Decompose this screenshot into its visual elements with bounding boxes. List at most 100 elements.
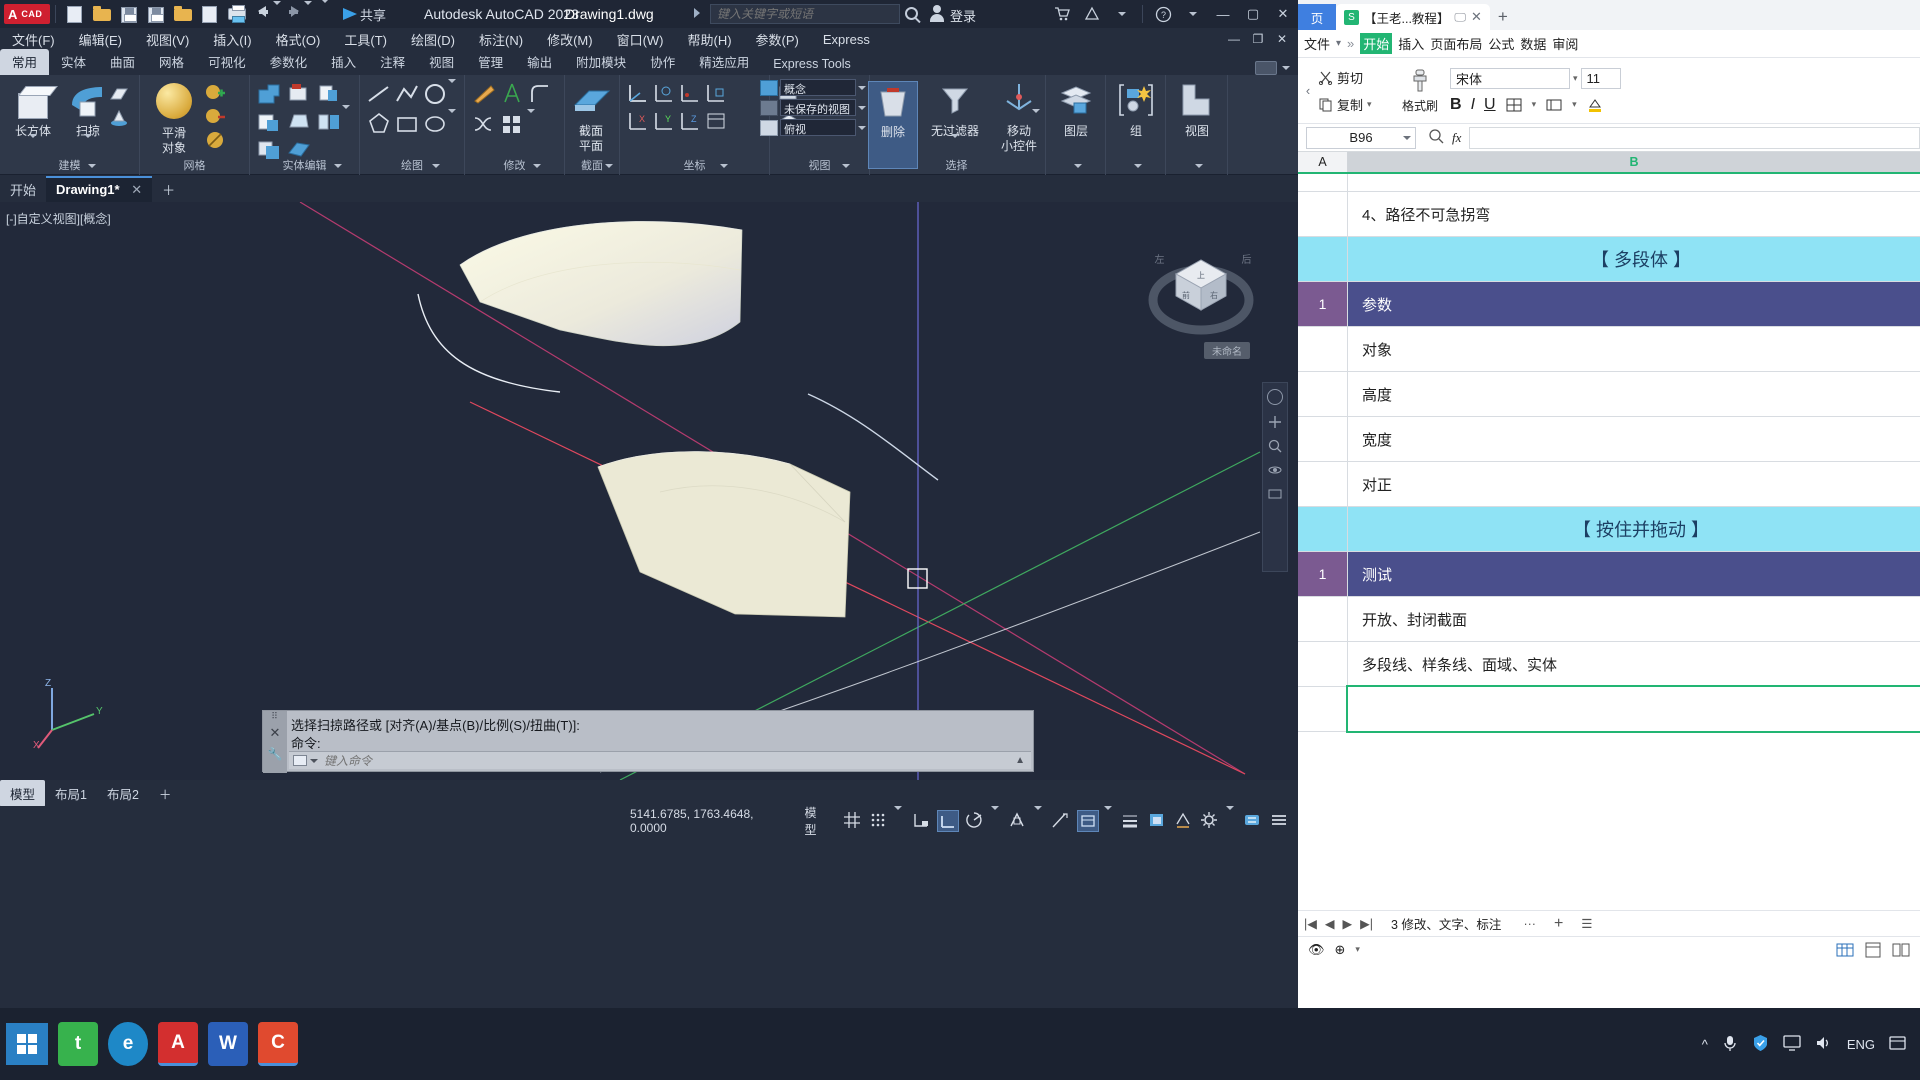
selected-cell[interactable] [1346, 685, 1920, 733]
search-input-wrap[interactable] [710, 4, 900, 24]
hardware-acceleration-icon[interactable] [1242, 810, 1263, 832]
row-a-cell[interactable] [1298, 597, 1348, 641]
erase-icon[interactable] [471, 81, 497, 107]
menu-item-help[interactable]: 帮助(H) [676, 30, 744, 49]
row-b-cell[interactable]: 4、路径不可急拐弯 [1348, 192, 1920, 236]
annotation-dropdown-icon[interactable] [1103, 806, 1116, 832]
snap-icon[interactable] [868, 810, 889, 832]
object-snap-icon[interactable] [1007, 810, 1028, 832]
command-input[interactable] [324, 753, 1016, 768]
line-icon[interactable] [366, 81, 392, 107]
present-icon[interactable]: 🖵 [1454, 10, 1466, 25]
layers-tool[interactable]: 图层 [1046, 81, 1106, 138]
row-b-cell[interactable] [1348, 174, 1920, 191]
close-button[interactable]: ✕ [1268, 0, 1298, 28]
next-sheet-icon[interactable]: ▶ [1343, 916, 1353, 931]
new-file-icon[interactable] [63, 3, 88, 25]
ribbon-tab-visualize[interactable]: 可视化 [196, 49, 258, 75]
circle-icon[interactable] [422, 81, 448, 107]
zoom-dropdown-icon[interactable]: ▾ [1355, 944, 1360, 955]
row-b-cell[interactable]: 开放、封闭截面 [1348, 597, 1920, 641]
ucs-world-icon[interactable] [652, 81, 676, 105]
ribbon-tab-featured-apps[interactable]: 精选应用 [687, 49, 761, 75]
login-label[interactable]: 登录 [950, 6, 976, 25]
sheet-menu-icon[interactable]: ☰ [1581, 916, 1592, 931]
row-a-cell[interactable] [1298, 417, 1348, 461]
row-a-cell[interactable] [1298, 237, 1348, 281]
save-icon[interactable] [117, 3, 142, 25]
row-b-cell[interactable]: 【 多段体 】 [1348, 237, 1920, 281]
ribbon-tab-parametric[interactable]: 参数化 [258, 49, 320, 75]
menu-item-draw[interactable]: 绘图(D) [399, 30, 467, 49]
wps-ribbon-tab-page-layout[interactable]: 页面布局 [1430, 34, 1482, 53]
snap-dropdown-icon[interactable] [894, 806, 906, 832]
table-row[interactable]: 对正 [1298, 462, 1920, 507]
row-a-cell[interactable]: 1 [1298, 552, 1348, 596]
array-icon[interactable] [499, 111, 525, 137]
ribbon-tab-mesh[interactable]: 网格 [147, 49, 196, 75]
menu-item-window[interactable]: 窗口(W) [605, 30, 676, 49]
doc-close-button[interactable]: ✕ [1270, 29, 1294, 49]
wps-underline-button[interactable]: U [1484, 96, 1496, 114]
view-tool[interactable]: 视图 [1167, 81, 1227, 138]
microphone-icon[interactable] [1722, 1034, 1738, 1055]
row-b-cell[interactable]: 高度 [1348, 372, 1920, 416]
lineweight-icon[interactable] [1120, 810, 1141, 832]
mesh-refine-plus-icon[interactable] [204, 81, 226, 103]
language-indicator[interactable]: ENG [1847, 1037, 1875, 1052]
group-tool[interactable]: 组 [1106, 81, 1166, 138]
wps-writer-icon[interactable]: W [208, 1022, 248, 1066]
autocad-icon[interactable]: A [158, 1022, 198, 1066]
wps-home-tab[interactable]: 页 [1298, 4, 1336, 30]
delete-tool[interactable]: 删除 [868, 81, 918, 169]
table-row[interactable] [1298, 174, 1920, 192]
add-sheet-icon[interactable]: + [1554, 915, 1563, 933]
ucs-origin-icon[interactable] [704, 81, 728, 105]
wps-overflow-icon[interactable]: » [1347, 36, 1354, 51]
row-b-cell[interactable]: 对正 [1348, 462, 1920, 506]
cart-icon[interactable] [1047, 0, 1077, 28]
row-a-cell[interactable]: 1 [1298, 282, 1348, 326]
menu-item-tools[interactable]: 工具(T) [332, 30, 399, 49]
wps-tab-close-icon[interactable]: ✕ [1471, 9, 1482, 25]
menu-item-insert[interactable]: 插入(I) [201, 30, 263, 49]
wps-document-tab[interactable]: S 【王老...教程】 🖵 ✕ [1336, 4, 1490, 30]
row-a-cell[interactable] [1298, 174, 1348, 191]
monitor-icon[interactable] [1783, 1034, 1801, 1054]
wps-ribbon-left-scroll[interactable]: ‹ [1298, 83, 1318, 98]
customize-icon[interactable] [1269, 810, 1290, 832]
menu-item-express[interactable]: Express [811, 32, 882, 47]
plot-icon[interactable] [225, 3, 250, 25]
user-avatar-icon[interactable] [929, 5, 944, 22]
drawing-canvas[interactable]: [-]自定义视图][概念] 上 前 右 左 后 未命名 Z Y X ⠿ ✕ 🔧 … [0, 202, 1298, 780]
ribbon-tab-solid[interactable]: 实体 [49, 49, 98, 75]
row-b-cell[interactable]: 测试 [1348, 552, 1920, 596]
wps-italic-button[interactable]: I [1471, 96, 1475, 114]
tray-chevron-icon[interactable]: ^ [1702, 1037, 1708, 1052]
column-header-b[interactable]: B [1348, 152, 1920, 172]
minimize-button[interactable]: — [1208, 0, 1238, 28]
full-navigation-wheel-icon[interactable] [1267, 389, 1283, 405]
menu-item-dimension[interactable]: 标注(N) [467, 30, 535, 49]
reading-view-icon[interactable] [1892, 942, 1910, 958]
polyline-icon[interactable] [394, 81, 420, 107]
selection-cycling-icon[interactable] [1173, 810, 1194, 832]
table-row[interactable]: 开放、封闭截面 [1298, 597, 1920, 642]
ribbon-tab-view[interactable]: 视图 [417, 49, 466, 75]
layout-tab-add[interactable]: ＋ [149, 780, 182, 807]
wps-ribbon-tab-review[interactable]: 审阅 [1552, 34, 1578, 53]
infer-constraints-icon[interactable] [911, 810, 932, 832]
box-tool[interactable]: 长方体 [3, 81, 63, 156]
wps-format-painter-button[interactable]: 格式刷 [1390, 68, 1450, 114]
redo-icon[interactable] [283, 3, 308, 25]
name-box[interactable]: B96 [1306, 126, 1416, 149]
wps-ribbon-tab-formulas[interactable]: 公式 [1488, 34, 1514, 53]
publish-icon[interactable] [198, 3, 223, 25]
section-plane-tool[interactable]: 截面 平面 [562, 81, 620, 153]
command-window-gripper[interactable]: ⠿ ✕ 🔧 [263, 711, 287, 773]
doc-restore-button[interactable]: ❐ [1246, 29, 1270, 49]
ribbon-file-group[interactable] [1255, 61, 1298, 75]
mesh-refine-minus-icon[interactable] [204, 105, 226, 127]
table-row[interactable]: 对象 [1298, 327, 1920, 372]
taskview-icon[interactable]: t [58, 1022, 98, 1066]
